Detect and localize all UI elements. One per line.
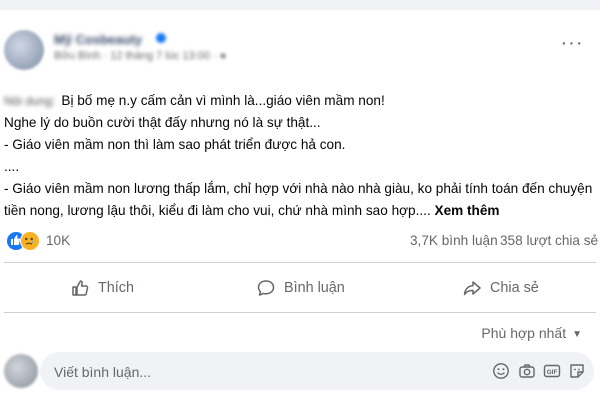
sort-label: Phù hợp nhất <box>481 325 567 341</box>
commenter-avatar[interactable] <box>4 354 38 388</box>
thumbs-up-icon <box>72 280 89 296</box>
share-label: Chia sẻ <box>490 280 539 296</box>
post-stats: 10K 3,7K bình luận 358 lượt chia sẻ <box>0 228 600 256</box>
content-text: tiền nong, lương lậu thôi, kiểu đi làm c… <box>4 203 431 218</box>
post-meta-text: Bữu Bình · 12 tháng 7 lúc 13:00 · <box>54 50 220 62</box>
emoji-icon[interactable] <box>492 362 510 380</box>
divider <box>4 312 596 313</box>
reaction-icons[interactable] <box>6 231 40 251</box>
sad-reaction-icon <box>20 231 40 251</box>
comment-button[interactable]: Bình luận <box>256 270 345 306</box>
share-arrow-icon <box>463 281 481 296</box>
svg-text:GIF: GIF <box>547 369 558 376</box>
globe-icon: ● <box>219 50 227 62</box>
post-meta[interactable]: Bữu Bình · 12 tháng 7 lúc 13:00 · ● <box>54 50 226 62</box>
content-line: Nghe lý do buồn cười thật đấy nhưng nó l… <box>4 115 321 130</box>
comment-composer: GIF <box>40 352 594 392</box>
chevron-down-icon: ▼ <box>572 329 582 340</box>
post-actions: Thích Bình luận Chia sẻ <box>0 270 600 306</box>
camera-icon[interactable] <box>518 362 536 380</box>
author-avatar[interactable] <box>4 30 44 70</box>
see-more-link[interactable]: Xem thêm <box>435 203 500 218</box>
comment-sort-dropdown[interactable]: Phù hợp nhất ▼ <box>481 325 582 341</box>
post-header: Mỹ Cosbeauty Bữu Bình · 12 tháng 7 lúc 1… <box>0 10 600 82</box>
sticker-icon[interactable] <box>568 362 586 380</box>
share-button[interactable]: Chia sẻ <box>462 270 539 306</box>
content-prefix: Nội dung: <box>4 94 56 108</box>
content-line: Nội dung: Bị bố mẹ n.y cấm cản vì mình là… <box>4 90 594 112</box>
comment-input[interactable] <box>52 352 476 392</box>
post-card: Mỹ Cosbeauty Bữu Bình · 12 tháng 7 lúc 1… <box>0 10 600 400</box>
comment-label: Bình luận <box>284 280 345 296</box>
content-line: - Giáo viên mầm non thì làm sao phát tri… <box>4 137 346 152</box>
divider <box>4 262 596 263</box>
like-label: Thích <box>98 280 134 296</box>
more-horizontal-icon: ··· <box>560 32 584 54</box>
like-button[interactable]: Thích <box>70 270 134 306</box>
author-name[interactable]: Mỹ Cosbeauty <box>54 32 142 47</box>
content-line: - Giáo viên mầm non lương thấp lắm, chỉ … <box>4 181 593 196</box>
content-line: tiền nong, lương lậu thôi, kiểu đi làm c… <box>4 200 594 222</box>
more-options-button[interactable]: ··· <box>558 33 586 56</box>
gif-icon[interactable]: GIF <box>543 362 561 380</box>
post-content: Nội dung: Bị bố mẹ n.y cấm cản vì mình là… <box>4 90 594 222</box>
content-line: .... <box>4 159 20 174</box>
verified-badge-icon <box>156 33 166 43</box>
content-text: Bị bố mẹ n.y cấm cản vì mình là...giáo v… <box>61 93 385 108</box>
reaction-count[interactable]: 10K <box>46 233 70 248</box>
share-count[interactable]: 358 lượt chia sẻ <box>500 233 598 248</box>
comment-bubble-icon <box>257 280 275 296</box>
comment-count[interactable]: 3,7K bình luận <box>410 233 498 248</box>
